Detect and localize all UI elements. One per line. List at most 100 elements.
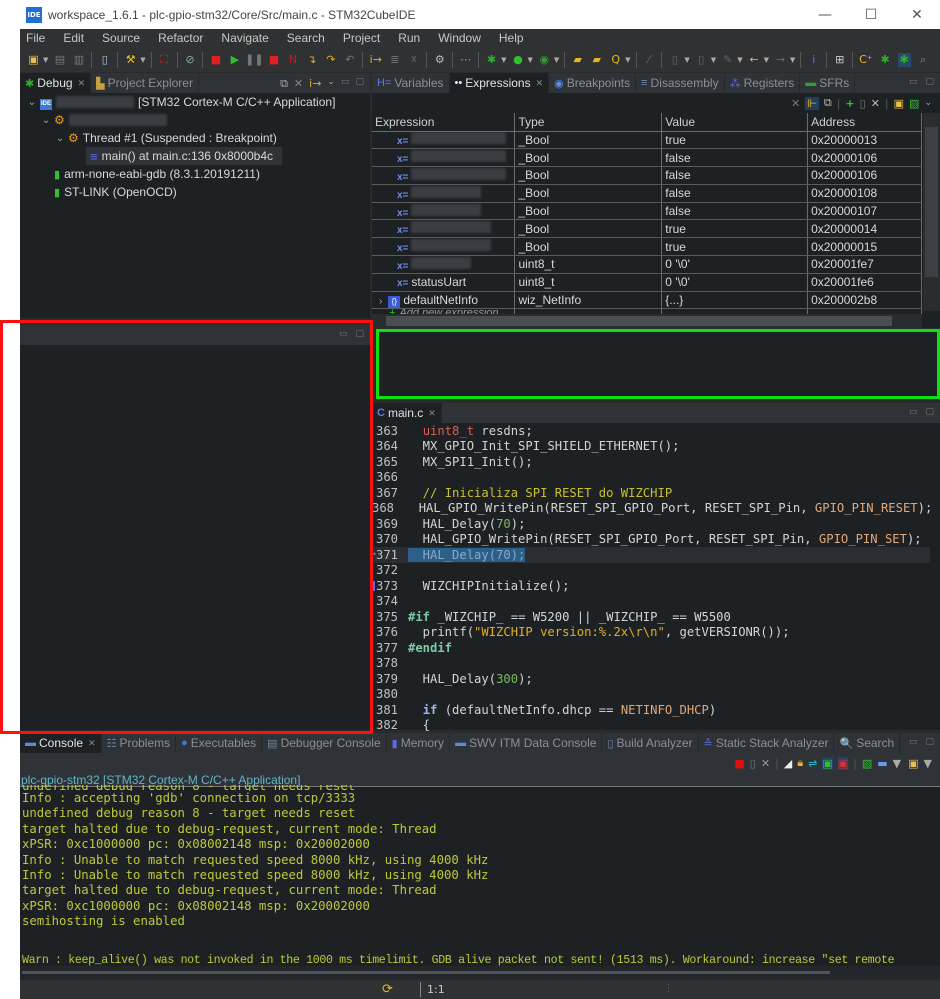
menu-refactor[interactable]: Refactor (158, 31, 203, 45)
delete-icon[interactable]: ▯ (860, 97, 866, 110)
code-line[interactable]: 376 printf("WIZCHIP version:%.2x\r\n", g… (372, 625, 930, 641)
expression-row[interactable]: x= _Bool false 0x20000106 (372, 148, 922, 168)
close-tab-icon[interactable]: ✕ (536, 78, 544, 89)
expression-cell[interactable]: x= statusUart (372, 273, 516, 292)
expression-cell[interactable]: x= (372, 219, 516, 239)
maximize-view-icon[interactable]: ▢ (925, 77, 934, 87)
horizontal-scrollbar[interactable] (372, 314, 922, 328)
value-cell[interactable]: false (661, 202, 809, 221)
menu-search[interactable]: Search (287, 31, 325, 45)
code-line[interactable]: 373 WIZCHIPInitialize(); (372, 578, 930, 594)
tab-project-explorer[interactable]: ▙ Project Explorer (91, 73, 199, 93)
tab-build-analyzer[interactable]: ▯ Build Analyzer (602, 733, 699, 753)
menu-project[interactable]: Project (343, 31, 380, 45)
expression-row[interactable]: x= _Bool false 0x20000107 (372, 202, 922, 221)
skip-breakpoints-icon[interactable]: ⊘ (183, 53, 196, 67)
run-icon[interactable]: ● (511, 53, 524, 67)
code-line[interactable]: 370 HAL_GPIO_WritePin(RESET_SPI_GPIO_Por… (372, 532, 930, 548)
tab-problems[interactable]: ☷ Problems (102, 733, 177, 753)
minimize-view-icon[interactable]: ▭ (909, 407, 918, 417)
tab-registers[interactable]: ⁂ Registers (725, 73, 801, 93)
last-edit-icon[interactable]: ✎ (721, 53, 734, 67)
code-line[interactable]: 364 MX_GPIO_Init_SPI_SHIELD_ETHERNET(); (372, 439, 930, 455)
debug-tree-item[interactable]: ≡ main() at main.c:136 0x8000b4c (86, 147, 282, 165)
suspend-icon[interactable]: ❚❚ (245, 53, 263, 67)
disconnect-icon[interactable]: N (286, 53, 299, 67)
save-icon[interactable]: ▤ (53, 53, 66, 67)
tab-expressions[interactable]: •• Expressions ✕ (449, 73, 550, 93)
value-cell[interactable]: true (661, 219, 809, 239)
debug-perspective-icon[interactable]: ✱ (879, 53, 892, 67)
close-tab-icon[interactable]: ✕ (428, 408, 436, 419)
expression-cell[interactable]: x= (372, 166, 516, 185)
build-icon[interactable]: ⚒ (124, 53, 137, 67)
pin-icon[interactable]: ▧ (909, 97, 919, 110)
bookmark-icon[interactable] (372, 580, 375, 591)
code-line[interactable]: 381 if (defaultNetInfo.dhcp == NETINFO_D… (372, 702, 930, 718)
chevron-down-icon[interactable]: ⌄ (54, 133, 66, 144)
open-folder-icon[interactable]: ▰ (571, 53, 584, 67)
expression-row[interactable]: x= statusUart uint8_t 0 '\0' 0x20001fe6 (372, 273, 922, 292)
view-menu-icon[interactable]: ⌄ (924, 98, 932, 108)
value-cell[interactable]: true (661, 237, 809, 257)
expand-icon[interactable]: › (379, 296, 382, 307)
expression-cell[interactable]: x= (372, 148, 516, 168)
value-cell[interactable]: false (661, 148, 809, 168)
maximize-button[interactable]: ☐ (848, 0, 894, 29)
word-wrap-icon[interactable]: ⇌ (808, 757, 817, 770)
menu-window[interactable]: Window (438, 31, 481, 45)
expression-row[interactable]: x= _Bool false 0x20000108 (372, 184, 922, 203)
instruction-stepping-icon[interactable]: i→ (309, 77, 321, 91)
code-line[interactable]: 372 (372, 563, 930, 579)
code-line[interactable]: 382 { (372, 718, 930, 734)
breakpoint-marker-icon[interactable]: • (372, 550, 377, 559)
value-cell[interactable]: {...} (661, 291, 809, 310)
code-line[interactable]: 365 MX_SPI1_Init(); (372, 454, 930, 470)
annotation-icon[interactable]: ⁄ (642, 53, 655, 67)
tab-debugger-console[interactable]: ▤ Debugger Console (262, 733, 387, 753)
column-value[interactable]: Value (661, 113, 809, 132)
expression-cell[interactable]: ›{} defaultNetInfo (372, 291, 516, 310)
menu-file[interactable]: File (26, 31, 45, 45)
tab-breakpoints[interactable]: ◉ Breakpoints (549, 73, 637, 93)
cpp-perspective-icon[interactable]: C⁺ (859, 53, 873, 67)
back-icon[interactable]: ← (748, 53, 761, 67)
pin-console-icon[interactable]: ▧ (862, 757, 872, 770)
close-tab-icon[interactable]: ✕ (88, 738, 96, 749)
prev-annotation-icon[interactable]: ▯ (695, 53, 708, 67)
device-config-icon[interactable]: ⛶ (158, 53, 171, 67)
expression-cell[interactable]: x= (372, 202, 516, 221)
value-cell[interactable]: false (661, 184, 809, 203)
debug-tree-item[interactable]: ▮ arm-none-eabi-gdb (8.3.1.20191211) (20, 165, 370, 183)
remove-terminated-icon[interactable]: ✕ (294, 77, 303, 91)
debug-icon[interactable]: ✱ (485, 53, 498, 67)
open-perspective-icon[interactable]: ⊞ (833, 53, 846, 67)
reset-chip-icon[interactable]: ☓ (407, 53, 420, 67)
new-window-icon[interactable]: ▣ (894, 97, 904, 110)
display-console-icon[interactable]: ▬ (877, 757, 887, 770)
menu-source[interactable]: Source (102, 31, 140, 45)
tab-swv-itm-data-console[interactable]: ▬ SWV ITM Data Console (450, 733, 603, 753)
debug-tree-item[interactable]: ⌄ ⚙ Thread #1 (Suspended : Breakpoint) (20, 129, 370, 147)
open-console-icon[interactable]: ▣ (908, 757, 918, 770)
new-icon[interactable]: ▣ (27, 53, 40, 67)
menu-edit[interactable]: Edit (63, 31, 84, 45)
value-cell[interactable]: 0 '\0' (661, 255, 809, 274)
tab-sfrs[interactable]: ▬ SFRs (800, 73, 856, 93)
remove-all-icon[interactable]: ✕ (871, 97, 880, 110)
menu-help[interactable]: Help (499, 31, 524, 45)
chevron-down-icon[interactable]: ⌄ (40, 115, 52, 126)
column-type[interactable]: Type (514, 113, 663, 132)
value-cell[interactable]: true (661, 131, 809, 150)
external-tools-icon[interactable]: ◉ (538, 53, 551, 67)
code-line[interactable]: 366 (372, 470, 930, 486)
expression-row[interactable]: x= _Bool false 0x20000106 (372, 166, 922, 185)
code-line[interactable]: 380 (372, 687, 930, 703)
tab-debug[interactable]: ✱ Debug ✕ (20, 73, 92, 93)
column-expression[interactable]: Expression (372, 113, 516, 132)
expression-row[interactable]: x= uint8_t 0 '\0' 0x20001fe7 (372, 255, 922, 274)
step-return-icon[interactable]: ↶ (343, 53, 356, 67)
expression-row[interactable]: x= _Bool true 0x20000015 (372, 237, 922, 257)
remove-icon[interactable]: ✕ (791, 97, 800, 110)
restart-icon[interactable]: ■ (209, 53, 222, 67)
